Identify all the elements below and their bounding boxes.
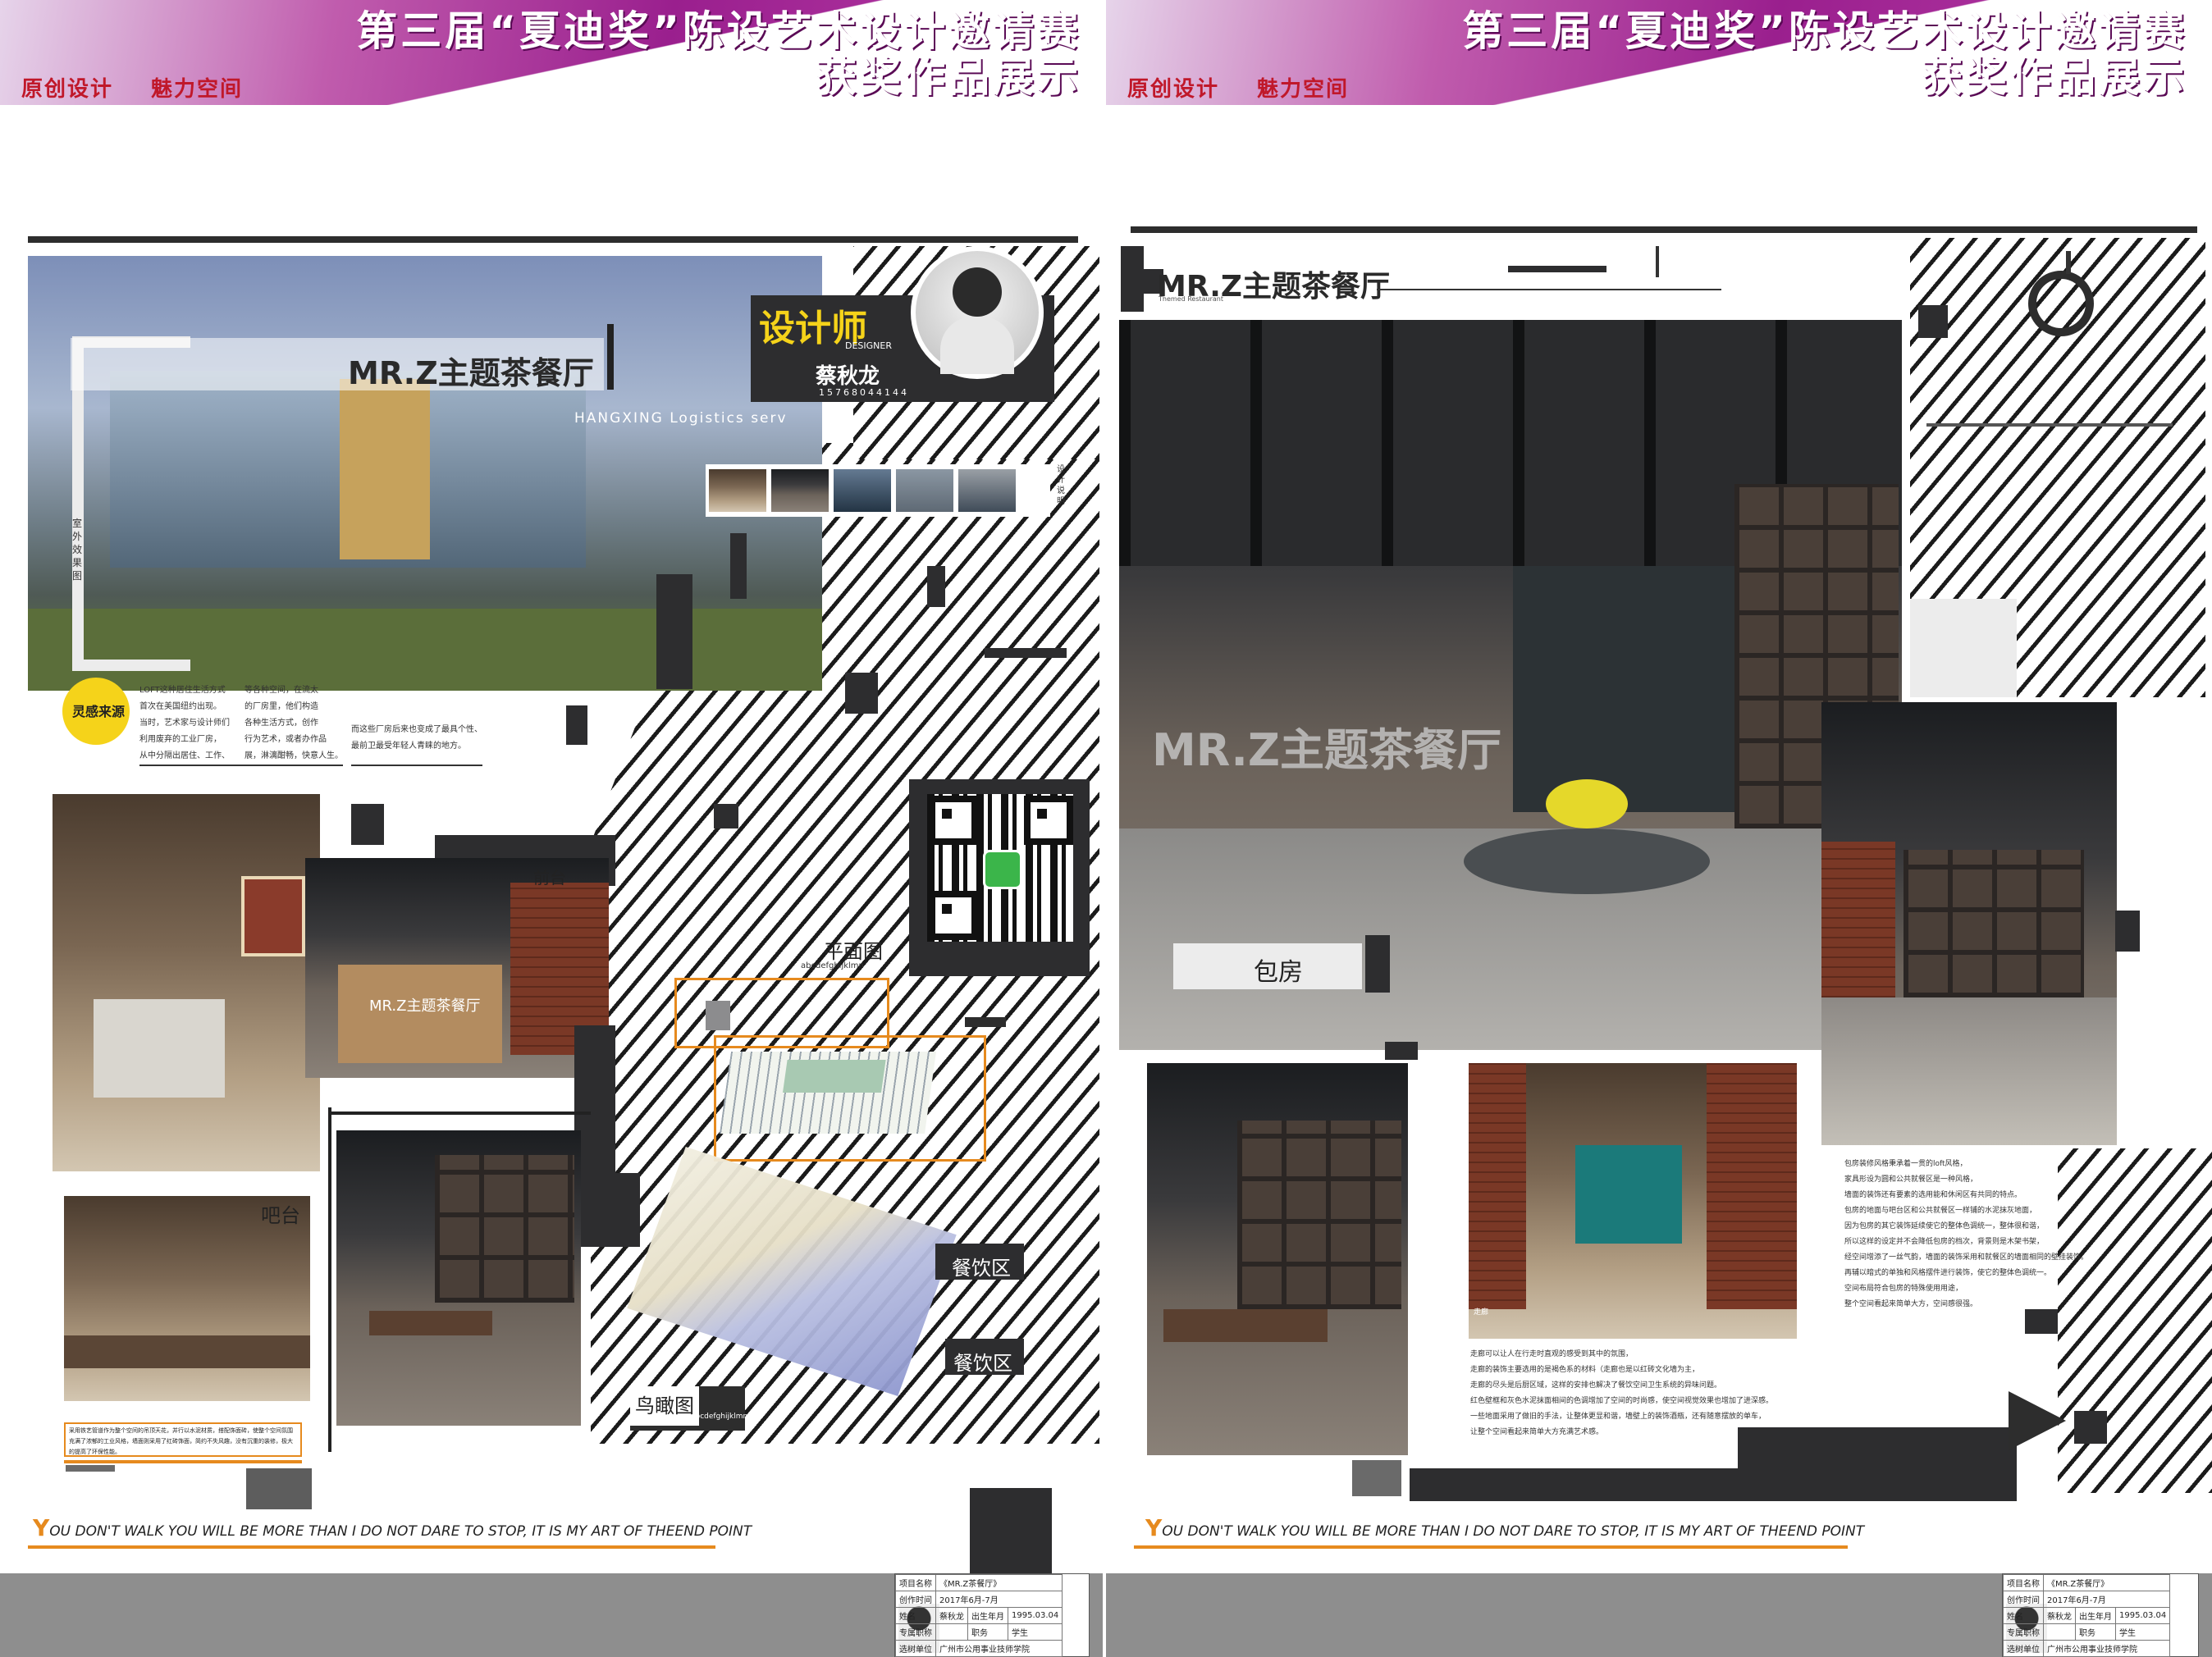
floor-plan-label: 平面图: [824, 940, 883, 963]
arrow-head: [2009, 1391, 2066, 1450]
corridor-description: 走廊可以让人在行走时直观的感受到其中的氛围， 走廊的装饰主要选用的是褐色系的材料…: [1470, 1350, 1774, 1436]
floor-plan-drawing: [719, 1052, 937, 1134]
arrow-bar: [1410, 1468, 2017, 1501]
footer-orange-line: [28, 1545, 715, 1549]
photo-corridor-right: [1469, 1063, 1797, 1339]
qr-code[interactable]: [927, 794, 1073, 942]
reception-label: 前台: [533, 868, 566, 888]
building-wood-panel: [340, 379, 430, 559]
footer-orange-line-right: [1134, 1545, 1848, 1549]
left-poster: 第三届“夏迪奖”陈设艺术设计邀请赛 获奖作品展示 原创设计 魅力空间 室外效果图 …: [0, 0, 1106, 1657]
corridor-tag: 走廊: [1474, 1308, 1489, 1317]
photo-reception: [305, 858, 609, 1078]
private-room-label: 包房: [1254, 958, 1303, 987]
banner-tags: 原创设计 魅力空间: [21, 77, 244, 102]
wall-sign: MR.Z主题茶餐厅: [1152, 724, 1501, 776]
top-rule: [28, 236, 1078, 243]
photo-dining: [336, 1130, 581, 1426]
flower-vase: [1546, 779, 1628, 828]
inspiration-text-2: 等各种空间，在流太 的厂房里，他们构造 各种生活方式，创作 行为艺术，或者办作品…: [245, 686, 343, 760]
exterior-vertical-label: 室外效果图: [72, 518, 83, 582]
bar-label: 吧台: [261, 1204, 300, 1227]
info-table: 项目名称 《MR.Z茶餐厅》 创作时间 2017年6月-7月 姓名 蔡秋龙 出生年月 19…: [894, 1573, 1090, 1657]
round-table: [1464, 828, 1710, 894]
footer-quote-right: YOU DON'T WALK YOU WILL BE MORE THAN I D…: [1145, 1514, 1865, 1541]
designer-name: 蔡秋龙: [816, 364, 880, 389]
ring-ornament: [2028, 271, 2094, 336]
design-note-vertical: 设计说明: [1057, 465, 1065, 506]
banner-tags-right: 原创设计 魅力空间: [1127, 77, 1350, 102]
bar-note: 采用铁艺管道作为整个空间的吊顶天花，并行以水泥材质，搭配饰面砖，使整个空间氛围充…: [64, 1422, 302, 1457]
photo-private-room-2: [1821, 702, 2117, 1145]
aerial-label: 鸟瞰图: [635, 1395, 694, 1417]
project-title: MR.Z主题茶餐厅: [348, 355, 594, 391]
photo-private-room: MR.Z主题茶餐厅: [1119, 320, 1902, 1050]
wechat-icon: [983, 850, 1022, 889]
footer-quote: YOU DON'T WALK YOU WILL BE MORE THAN I D…: [33, 1514, 752, 1541]
designer-avatar: [911, 246, 1044, 379]
private-room-description: 包房装修风格秉承着一贯的loft风格， 家具形设为圆和公共就餐区是一种风格， 墙…: [1844, 1160, 2089, 1308]
info-table-right: 项目名称 《MR.Z茶餐厅》 创作时间 2017年6月-7月 姓名 蔡秋龙 出生年月 19…: [2002, 1573, 2199, 1657]
designer-phone: 15768044144: [819, 387, 909, 398]
dining-label-2: 餐饮区: [953, 1352, 1012, 1375]
banner-title: 第三届“夏迪奖”陈设艺术设计邀请赛 获奖作品展示: [356, 7, 1081, 101]
right-poster: 第三届“夏迪奖”陈设艺术设计邀请赛 获奖作品展示 原创设计 魅力空间 MR.Z主题…: [1106, 0, 2212, 1657]
banner-title-right: 第三届“夏迪奖”陈设艺术设计邀请赛 获奖作品展示: [1462, 7, 2187, 101]
photo-dining-right: [1147, 1063, 1408, 1455]
dining-label-1: 餐饮区: [952, 1257, 1011, 1280]
photo-corridor: [53, 794, 320, 1171]
top-rule-right: [1131, 226, 2197, 233]
inspiration-text-3: 而这些厂房后来也变成了最具个性、 最前卫最受年轻人青睐的地方。: [351, 725, 482, 751]
thumbnail-strip: [706, 464, 1050, 517]
inspiration-text-1: LOFT这种居住生活方式 首次在美国纽约出现。 当时，艺术家与设计师们 利用废弃…: [139, 686, 230, 760]
company-en: HANGXING Logistics serv: [574, 410, 788, 427]
reception-sign: MR.Z主题茶餐厅: [369, 997, 481, 1015]
